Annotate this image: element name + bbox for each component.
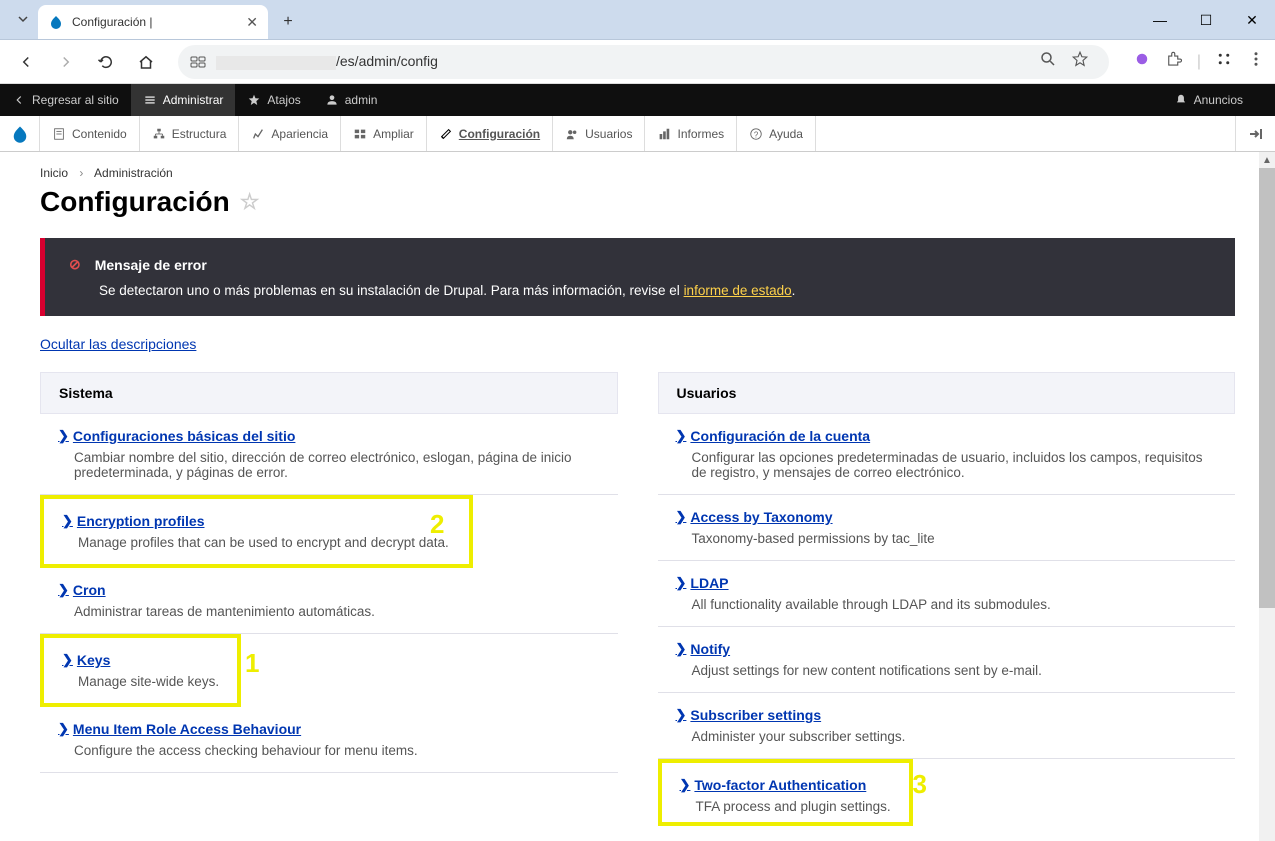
scroll-up-arrow-icon[interactable]: ▲ [1259, 152, 1275, 168]
config-item-ldap: ❯ LDAP All functionality available throu… [658, 561, 1236, 627]
config-item-keys: ❯ Keys Manage site-wide keys. [40, 634, 241, 707]
chevron-right-icon: ❯ [58, 582, 69, 598]
extension-icon-2[interactable] [1215, 50, 1233, 73]
menu-collapse-toggle[interactable] [1235, 116, 1275, 151]
close-tab-icon[interactable]: ✕ [246, 14, 258, 31]
breadcrumb-home[interactable]: Inicio [40, 166, 68, 180]
menu-ayuda[interactable]: ? Ayuda [737, 116, 816, 151]
panel-header-sistema: Sistema [40, 372, 618, 414]
config-link-keys[interactable]: ❯ Keys [62, 652, 219, 668]
drupal-admin-toolbar: Regresar al sitio Administrar Atajos adm… [0, 84, 1275, 116]
svg-text:?: ? [754, 130, 759, 139]
menu-estructura[interactable]: Estructura [140, 116, 240, 151]
bookmark-star-icon[interactable] [1071, 50, 1089, 73]
browser-toolbar: /es/admin/config | [0, 40, 1275, 84]
config-link-cron[interactable]: ❯ Cron [58, 582, 600, 598]
config-item-site-basic: ❯ Configuraciones básicas del sitio Camb… [40, 414, 618, 495]
panel-header-usuarios: Usuarios [658, 372, 1236, 414]
annotation-1: 1 [245, 648, 259, 679]
shortcuts-link[interactable]: Atajos [235, 84, 312, 116]
config-link-account-settings[interactable]: ❯ Configuración de la cuenta [676, 428, 1218, 444]
forward-button[interactable] [50, 46, 82, 78]
page-title: Configuración ☆ [0, 180, 1275, 238]
close-window-button[interactable]: ✕ [1229, 0, 1275, 40]
config-link-notify[interactable]: ❯ Notify [676, 641, 1218, 657]
home-button[interactable] [130, 46, 162, 78]
panel-usuarios: Usuarios ❯ Configuración de la cuenta Co… [658, 372, 1236, 826]
chevron-right-icon: ❯ [676, 707, 687, 723]
shortcut-star-icon[interactable]: ☆ [240, 189, 260, 215]
config-item-account-settings: ❯ Configuración de la cuenta Configurar … [658, 414, 1236, 495]
breadcrumb-separator-icon: › [79, 166, 83, 180]
browser-tab-strip: Configuración | ✕ + — ☐ ✕ [0, 0, 1275, 40]
config-item-cron: ❯ Cron Administrar tareas de mantenimien… [40, 568, 618, 634]
config-item-menu-role-access: ❯ Menu Item Role Access Behaviour Config… [40, 707, 618, 773]
menu-contenido[interactable]: Contenido [40, 116, 140, 151]
manage-menu-toggle[interactable]: Administrar [131, 84, 236, 116]
annotation-3: 3 [913, 769, 927, 800]
window-controls: — ☐ ✕ [1137, 0, 1275, 40]
config-link-access-taxonomy[interactable]: ❯ Access by Taxonomy [676, 509, 1218, 525]
config-item-notify: ❯ Notify Adjust settings for new content… [658, 627, 1236, 693]
drupal-admin-menu: Contenido Estructura Apariencia Ampliar … [0, 116, 1275, 152]
site-settings-icon[interactable] [190, 54, 206, 70]
new-tab-button[interactable]: + [274, 8, 302, 36]
error-message: ⊘ Mensaje de error Se detectaron uno o m… [40, 238, 1235, 316]
error-icon: ⊘ [69, 256, 81, 273]
reload-button[interactable] [90, 46, 122, 78]
chevron-right-icon: ❯ [62, 513, 73, 529]
browser-tab-active[interactable]: Configuración | ✕ [38, 5, 268, 39]
browser-menu-icon[interactable] [1247, 50, 1265, 73]
minimize-button[interactable]: — [1137, 0, 1183, 40]
config-item-encryption-profiles: ❯ Encryption profiles Manage profiles th… [40, 495, 473, 568]
chevron-right-icon: ❯ [58, 428, 69, 444]
drupal-logo-icon[interactable] [0, 116, 40, 151]
config-item-access-taxonomy: ❯ Access by Taxonomy Taxonomy-based perm… [658, 495, 1236, 561]
menu-apariencia[interactable]: Apariencia [239, 116, 341, 151]
config-item-subscriber: ❯ Subscriber settings Administer your su… [658, 693, 1236, 759]
hide-descriptions-link[interactable]: Ocultar las descripciones [40, 336, 196, 352]
chevron-right-icon: ❯ [676, 509, 687, 525]
config-link-subscriber[interactable]: ❯ Subscriber settings [676, 707, 1218, 723]
chevron-right-icon: ❯ [676, 428, 687, 444]
chevron-right-icon: ❯ [680, 777, 691, 793]
user-account-link[interactable]: admin [313, 84, 390, 116]
vertical-scrollbar[interactable]: ▲ [1259, 152, 1275, 841]
breadcrumb-admin[interactable]: Administración [94, 166, 173, 180]
drupal-favicon [48, 14, 64, 30]
menu-ampliar[interactable]: Ampliar [341, 116, 427, 151]
scroll-thumb[interactable] [1259, 168, 1275, 608]
tab-title: Configuración | [72, 15, 238, 29]
config-link-site-basic[interactable]: ❯ Configuraciones básicas del sitio [58, 428, 600, 444]
menu-informes[interactable]: Informes [645, 116, 737, 151]
config-link-encryption-profiles[interactable]: ❯ Encryption profiles [62, 513, 449, 529]
breadcrumb: Inicio › Administración [0, 152, 1275, 180]
chevron-right-icon: ❯ [58, 721, 69, 737]
announcements-link[interactable]: Anuncios [1162, 93, 1255, 107]
chevron-right-icon: ❯ [62, 652, 73, 668]
config-link-ldap[interactable]: ❯ LDAP [676, 575, 1218, 591]
url-text: /es/admin/config [216, 53, 438, 69]
config-link-tfa[interactable]: ❯ Two-factor Authentication [680, 777, 891, 793]
maximize-button[interactable]: ☐ [1183, 0, 1229, 40]
chevron-right-icon: ❯ [676, 575, 687, 591]
extensions-puzzle-icon[interactable] [1165, 50, 1183, 73]
status-report-link[interactable]: informe de estado [684, 283, 792, 298]
config-item-tfa: ❯ Two-factor Authentication TFA process … [658, 759, 913, 826]
zoom-icon[interactable] [1039, 50, 1057, 73]
menu-configuracion[interactable]: Configuración [427, 116, 553, 151]
menu-usuarios[interactable]: Usuarios [553, 116, 645, 151]
back-button[interactable] [10, 46, 42, 78]
panel-sistema: Sistema ❯ Configuraciones básicas del si… [40, 372, 618, 826]
url-bar[interactable]: /es/admin/config [178, 45, 1109, 79]
chevron-right-icon: ❯ [676, 641, 687, 657]
tab-search-dropdown[interactable] [8, 4, 38, 34]
extension-icon-1[interactable] [1133, 50, 1151, 73]
config-link-menu-role-access[interactable]: ❯ Menu Item Role Access Behaviour [58, 721, 600, 737]
annotation-2: 2 [430, 509, 444, 540]
back-to-site-link[interactable]: Regresar al sitio [0, 84, 131, 116]
